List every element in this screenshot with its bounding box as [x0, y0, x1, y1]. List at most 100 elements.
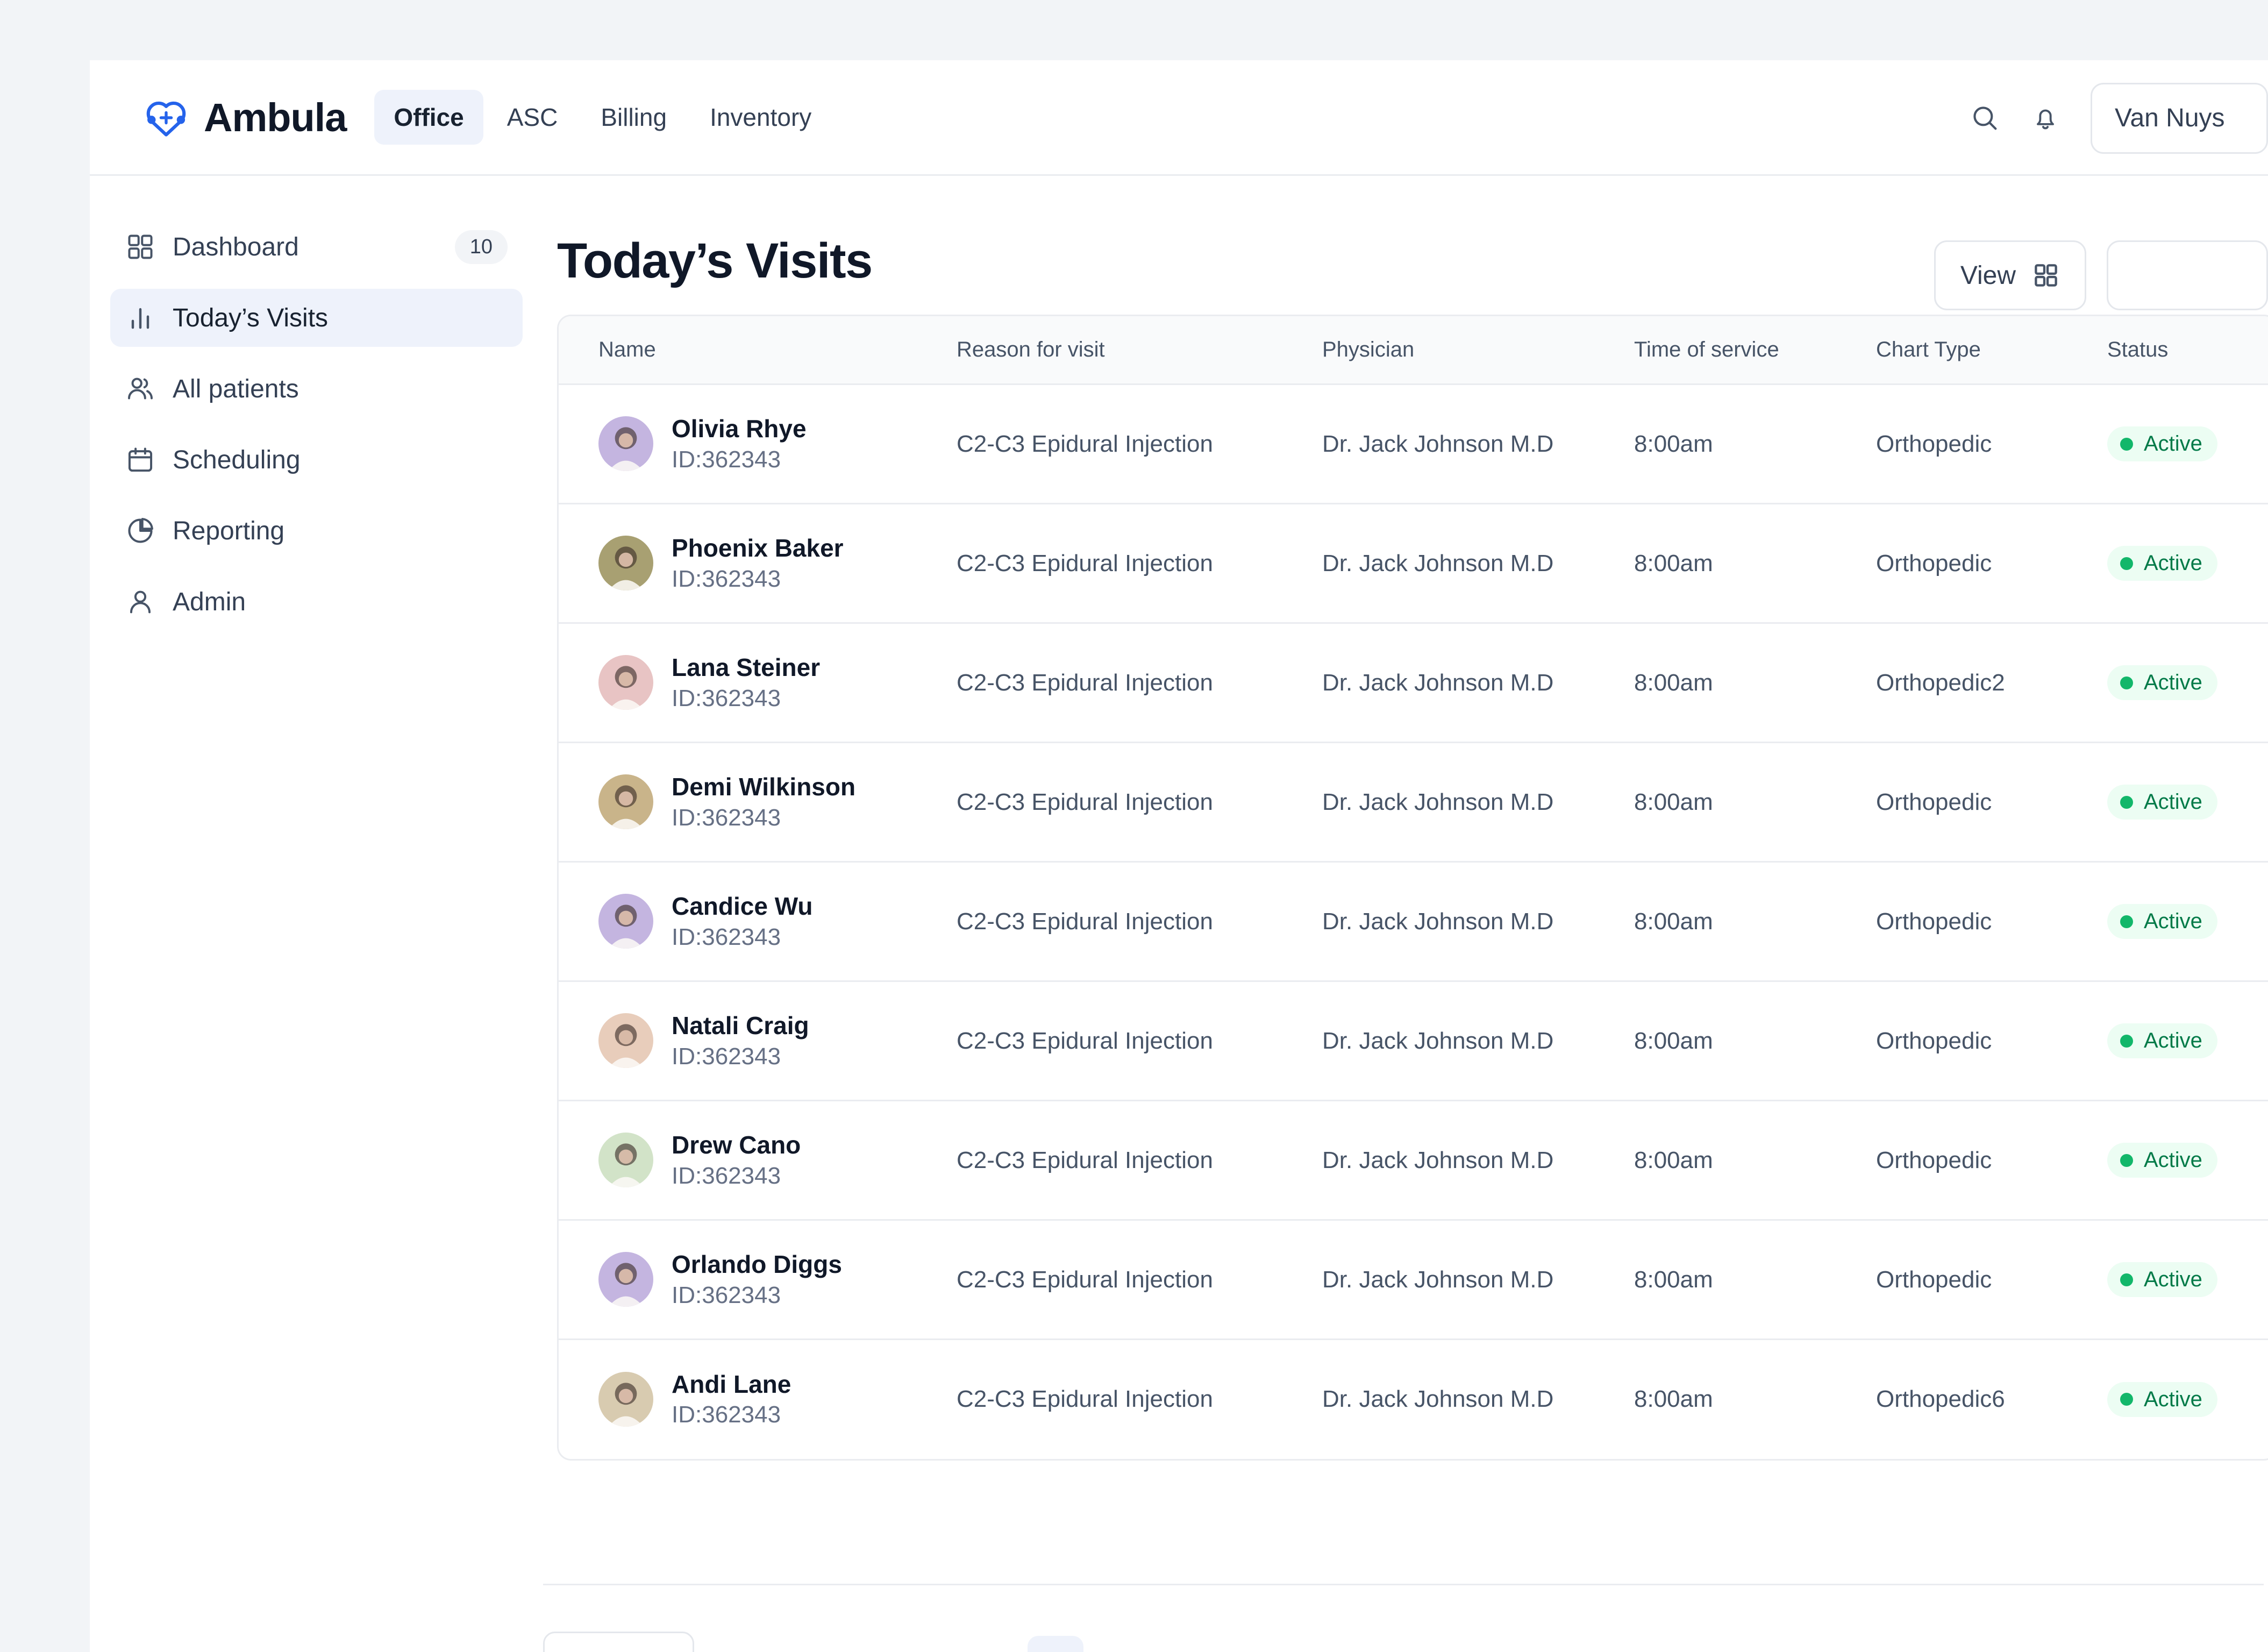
status-label: Active [2144, 671, 2202, 695]
table-row[interactable]: Orlando DiggsID:362343C2-C3 Epidural Inj… [559, 1220, 2268, 1340]
search-button[interactable] [1955, 88, 2015, 148]
avatar-portrait-icon [598, 894, 653, 949]
main-content: Today’s Visits View [543, 176, 2268, 1652]
secondary-action-button[interactable] [2107, 240, 2268, 310]
cell-chart-type: Orthopedic2 [1876, 623, 2107, 743]
notifications-button[interactable] [2015, 88, 2076, 148]
patient-id: ID:362343 [672, 685, 820, 713]
avatar-portrait-icon [598, 1133, 653, 1187]
patient-name: Demi Wilkinson [672, 773, 855, 801]
heart-medical-cross-icon [141, 92, 191, 142]
status-label: Active [2144, 551, 2202, 575]
cell-name: Demi Wilkinson ID:362343 [559, 743, 957, 862]
sidebar-item-label: Dashboard [173, 232, 438, 262]
status-dot-icon [2120, 915, 2133, 928]
application-window: Ambula Office ASC Billing Inventory [90, 60, 2268, 1652]
avatar-portrait-icon [598, 774, 653, 829]
tab-asc[interactable]: ASC [488, 90, 577, 145]
cell-chart-type: Orthopedic [1876, 743, 2107, 862]
tab-office[interactable]: Office [374, 90, 483, 145]
avatar [598, 1372, 653, 1427]
table-header-row: Name Reason for visit Physician Time of … [559, 316, 2268, 384]
status-dot-icon [2120, 1393, 2133, 1406]
sidebar-item-scheduling[interactable]: Scheduling [110, 431, 523, 489]
cell-time: 8:00am [1634, 1340, 1876, 1459]
table-row[interactable]: Candice WuID:362343C2-C3 Epidural Inject… [559, 862, 2268, 981]
pie-chart-icon [125, 516, 155, 546]
previous-page-button[interactable]: Previous [543, 1632, 694, 1652]
column-header-reason[interactable]: Reason for visit [957, 316, 1322, 384]
cell-name: Andi LaneID:362343 [559, 1340, 957, 1459]
brand-logo[interactable]: Ambula [141, 92, 346, 142]
table-row[interactable]: Natali CraigID:362343C2-C3 Epidural Inje… [559, 981, 2268, 1101]
column-header-chart-type[interactable]: Chart Type [1876, 316, 2107, 384]
page-number[interactable]: 1 [1028, 1636, 1083, 1652]
cell-reason: C2-C3 Epidural Injection [957, 862, 1322, 981]
tab-billing[interactable]: Billing [581, 90, 686, 145]
cell-time: 8:00am [1634, 1101, 1876, 1220]
cell-chart-type: Orthopedic [1876, 862, 2107, 981]
view-button[interactable]: View [1934, 240, 2086, 310]
status-badge: Active [2107, 1262, 2217, 1297]
sidebar-item-admin[interactable]: Admin [110, 573, 523, 631]
status-label: Active [2144, 790, 2202, 814]
status-badge: Active [2107, 1143, 2217, 1178]
patient-id: ID:362343 [672, 1163, 801, 1190]
cell-chart-type: Orthopedic [1876, 384, 2107, 504]
cell-name: Natali CraigID:362343 [559, 981, 957, 1101]
calendar-icon [125, 445, 155, 475]
patient-name: Lana Steiner [672, 653, 820, 682]
column-header-status[interactable]: Status [2107, 316, 2268, 384]
cell-physician: Dr. Jack Johnson M.D [1322, 743, 1634, 862]
cell-name: Drew CanoID:362343 [559, 1101, 957, 1220]
sidebar-item-all-patients[interactable]: All patients [110, 360, 523, 418]
page-header-actions: View [1934, 240, 2268, 310]
column-header-time[interactable]: Time of service [1634, 316, 1876, 384]
tab-inventory[interactable]: Inventory [690, 90, 831, 145]
dashboard-count-badge: 10 [455, 230, 508, 264]
cell-time: 8:00am [1634, 504, 1876, 623]
column-header-physician[interactable]: Physician [1322, 316, 1634, 384]
table-row[interactable]: Olivia RhyeID:362343C2-C3 Epidural Injec… [559, 384, 2268, 504]
cell-reason: C2-C3 Epidural Injection [957, 743, 1322, 862]
cell-time: 8:00am [1634, 862, 1876, 981]
column-header-name[interactable]: Name [559, 316, 957, 384]
patient-name: Phoenix Baker [672, 534, 844, 562]
status-badge: Active [2107, 665, 2217, 700]
cell-physician: Dr. Jack Johnson M.D [1322, 981, 1634, 1101]
users-icon [125, 374, 155, 404]
location-value: Van Nuys [2115, 103, 2225, 133]
sidebar-item-reporting[interactable]: Reporting [110, 502, 523, 560]
sidebar-navigation: Dashboard 10 Today’s Visits All patients [90, 176, 543, 1652]
cell-chart-type: Orthopedic6 [1876, 1340, 2107, 1459]
status-badge: Active [2107, 785, 2217, 820]
table-row[interactable]: Drew CanoID:362343C2-C3 Epidural Injecti… [559, 1101, 2268, 1220]
table-row[interactable]: Phoenix BakerID:362343C2-C3 Epidural Inj… [559, 504, 2268, 623]
cell-time: 8:00am [1634, 1220, 1876, 1340]
cell-status: Active [2107, 743, 2268, 862]
cell-physician: Dr. Jack Johnson M.D [1322, 1220, 1634, 1340]
sidebar-item-todays-visits[interactable]: Today’s Visits [110, 289, 523, 347]
cell-time: 8:00am [1634, 384, 1876, 504]
top-navigation-bar: Ambula Office ASC Billing Inventory [90, 60, 2268, 176]
avatar [598, 1252, 653, 1307]
cell-name: Candice WuID:362343 [559, 862, 957, 981]
patient-name: Olivia Rhye [672, 415, 807, 443]
patient-id: ID:362343 [672, 804, 855, 832]
brand-name: Ambula [204, 95, 346, 140]
location-selector[interactable]: Van Nuys [2091, 83, 2268, 154]
primary-tabs: Office ASC Billing Inventory [374, 90, 831, 145]
status-dot-icon [2120, 438, 2133, 451]
bar-chart-icon [125, 303, 155, 333]
status-label: Active [2144, 909, 2202, 934]
cell-status: Active [2107, 1101, 2268, 1220]
avatar [598, 1013, 653, 1068]
cell-status: Active [2107, 1220, 2268, 1340]
avatar [598, 416, 653, 471]
sidebar-item-dashboard[interactable]: Dashboard 10 [110, 218, 523, 276]
table-row[interactable]: Andi LaneID:362343C2-C3 Epidural Injecti… [559, 1340, 2268, 1459]
cell-status: Active [2107, 862, 2268, 981]
table-row[interactable]: Demi Wilkinson ID:362343 C2-C3 Epidural In… [559, 743, 2268, 862]
cell-reason: C2-C3 Epidural Injection [957, 981, 1322, 1101]
table-row[interactable]: Lana SteinerID:362343C2-C3 Epidural Inje… [559, 623, 2268, 743]
